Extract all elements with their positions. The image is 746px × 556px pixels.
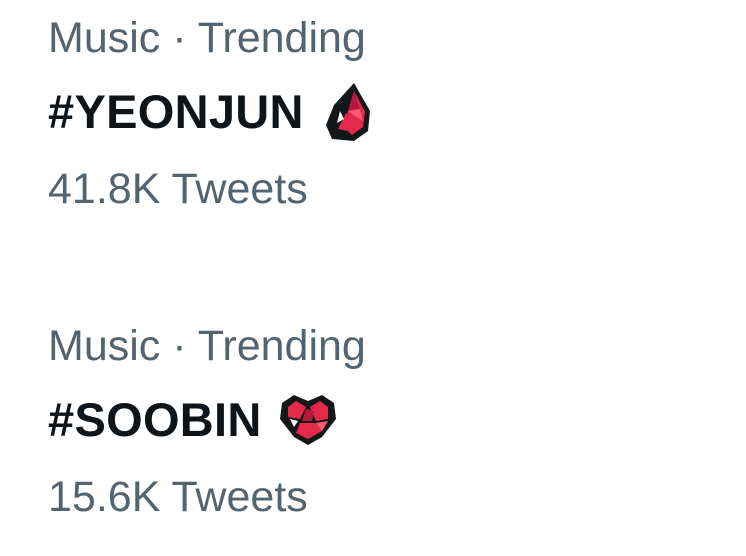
flame-gem-icon [324, 81, 374, 143]
trend-hashtag[interactable]: #SOOBIN [48, 378, 262, 462]
tweet-count: 15.6K Tweets [48, 473, 308, 521]
trend-context: Music · Trending [48, 322, 366, 370]
trend-item-soobin[interactable]: Music · Trending #SOOBIN 15.6K Tweets [48, 314, 728, 532]
trending-list: Music · Trending #YEONJUN 41.8K Tweets M… [0, 0, 746, 556]
trend-title-row: #YEONJUN [48, 70, 728, 154]
trend-title-row: #SOOBIN [48, 378, 728, 462]
trend-item-yeonjun[interactable]: Music · Trending #YEONJUN 41.8K Tweets [48, 6, 728, 224]
tweet-count: 41.8K Tweets [48, 165, 308, 213]
trend-hashtag[interactable]: #YEONJUN [48, 70, 304, 154]
trend-context: Music · Trending [48, 14, 366, 62]
heart-gem-icon [278, 393, 338, 447]
